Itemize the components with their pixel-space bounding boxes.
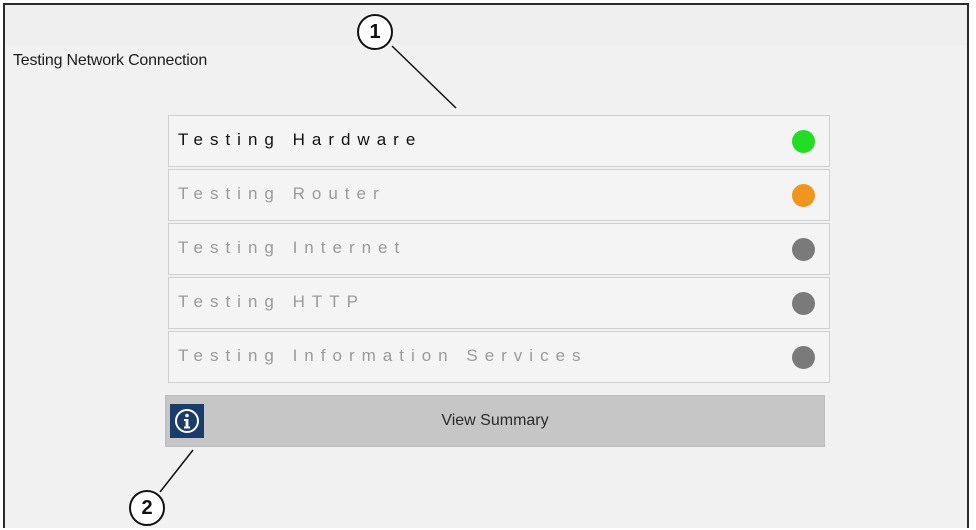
test-label: Testing Router [178,184,386,203]
test-row-router: Testing Router [168,169,830,221]
test-label: Testing HTTP [178,292,365,311]
callout-2: 2 [129,490,165,526]
test-row-information-services: Testing Information Services [168,331,830,383]
status-indicator-icon [792,238,815,261]
view-summary-label: View Summary [441,412,549,429]
view-summary-button[interactable]: View Summary [165,395,825,447]
test-label: Testing Information Services [178,346,588,365]
status-indicator-icon [792,292,815,315]
test-row-internet: Testing Internet [168,223,830,275]
test-label: Testing Internet [178,238,407,257]
page-title: Testing Network Connection [13,52,208,69]
status-indicator-icon [792,346,815,369]
title-strip [5,5,967,45]
test-label: Testing Hardware [178,130,423,149]
test-row-hardware: Testing Hardware [168,115,830,167]
test-list: Testing Hardware Testing Router Testing … [168,115,830,385]
test-row-http: Testing HTTP [168,277,830,329]
app-window: Testing Network Connection Testing Hardw… [3,3,969,528]
status-indicator-icon [792,130,815,153]
status-indicator-icon [792,184,815,207]
callout-1: 1 [357,14,393,50]
